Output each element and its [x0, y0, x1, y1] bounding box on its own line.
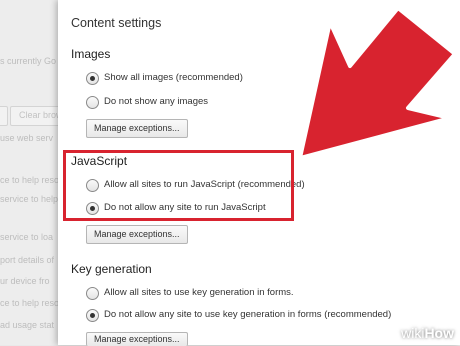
wikihow-logo: wikiHow: [401, 325, 454, 341]
red-arrow-icon: [298, 6, 457, 160]
